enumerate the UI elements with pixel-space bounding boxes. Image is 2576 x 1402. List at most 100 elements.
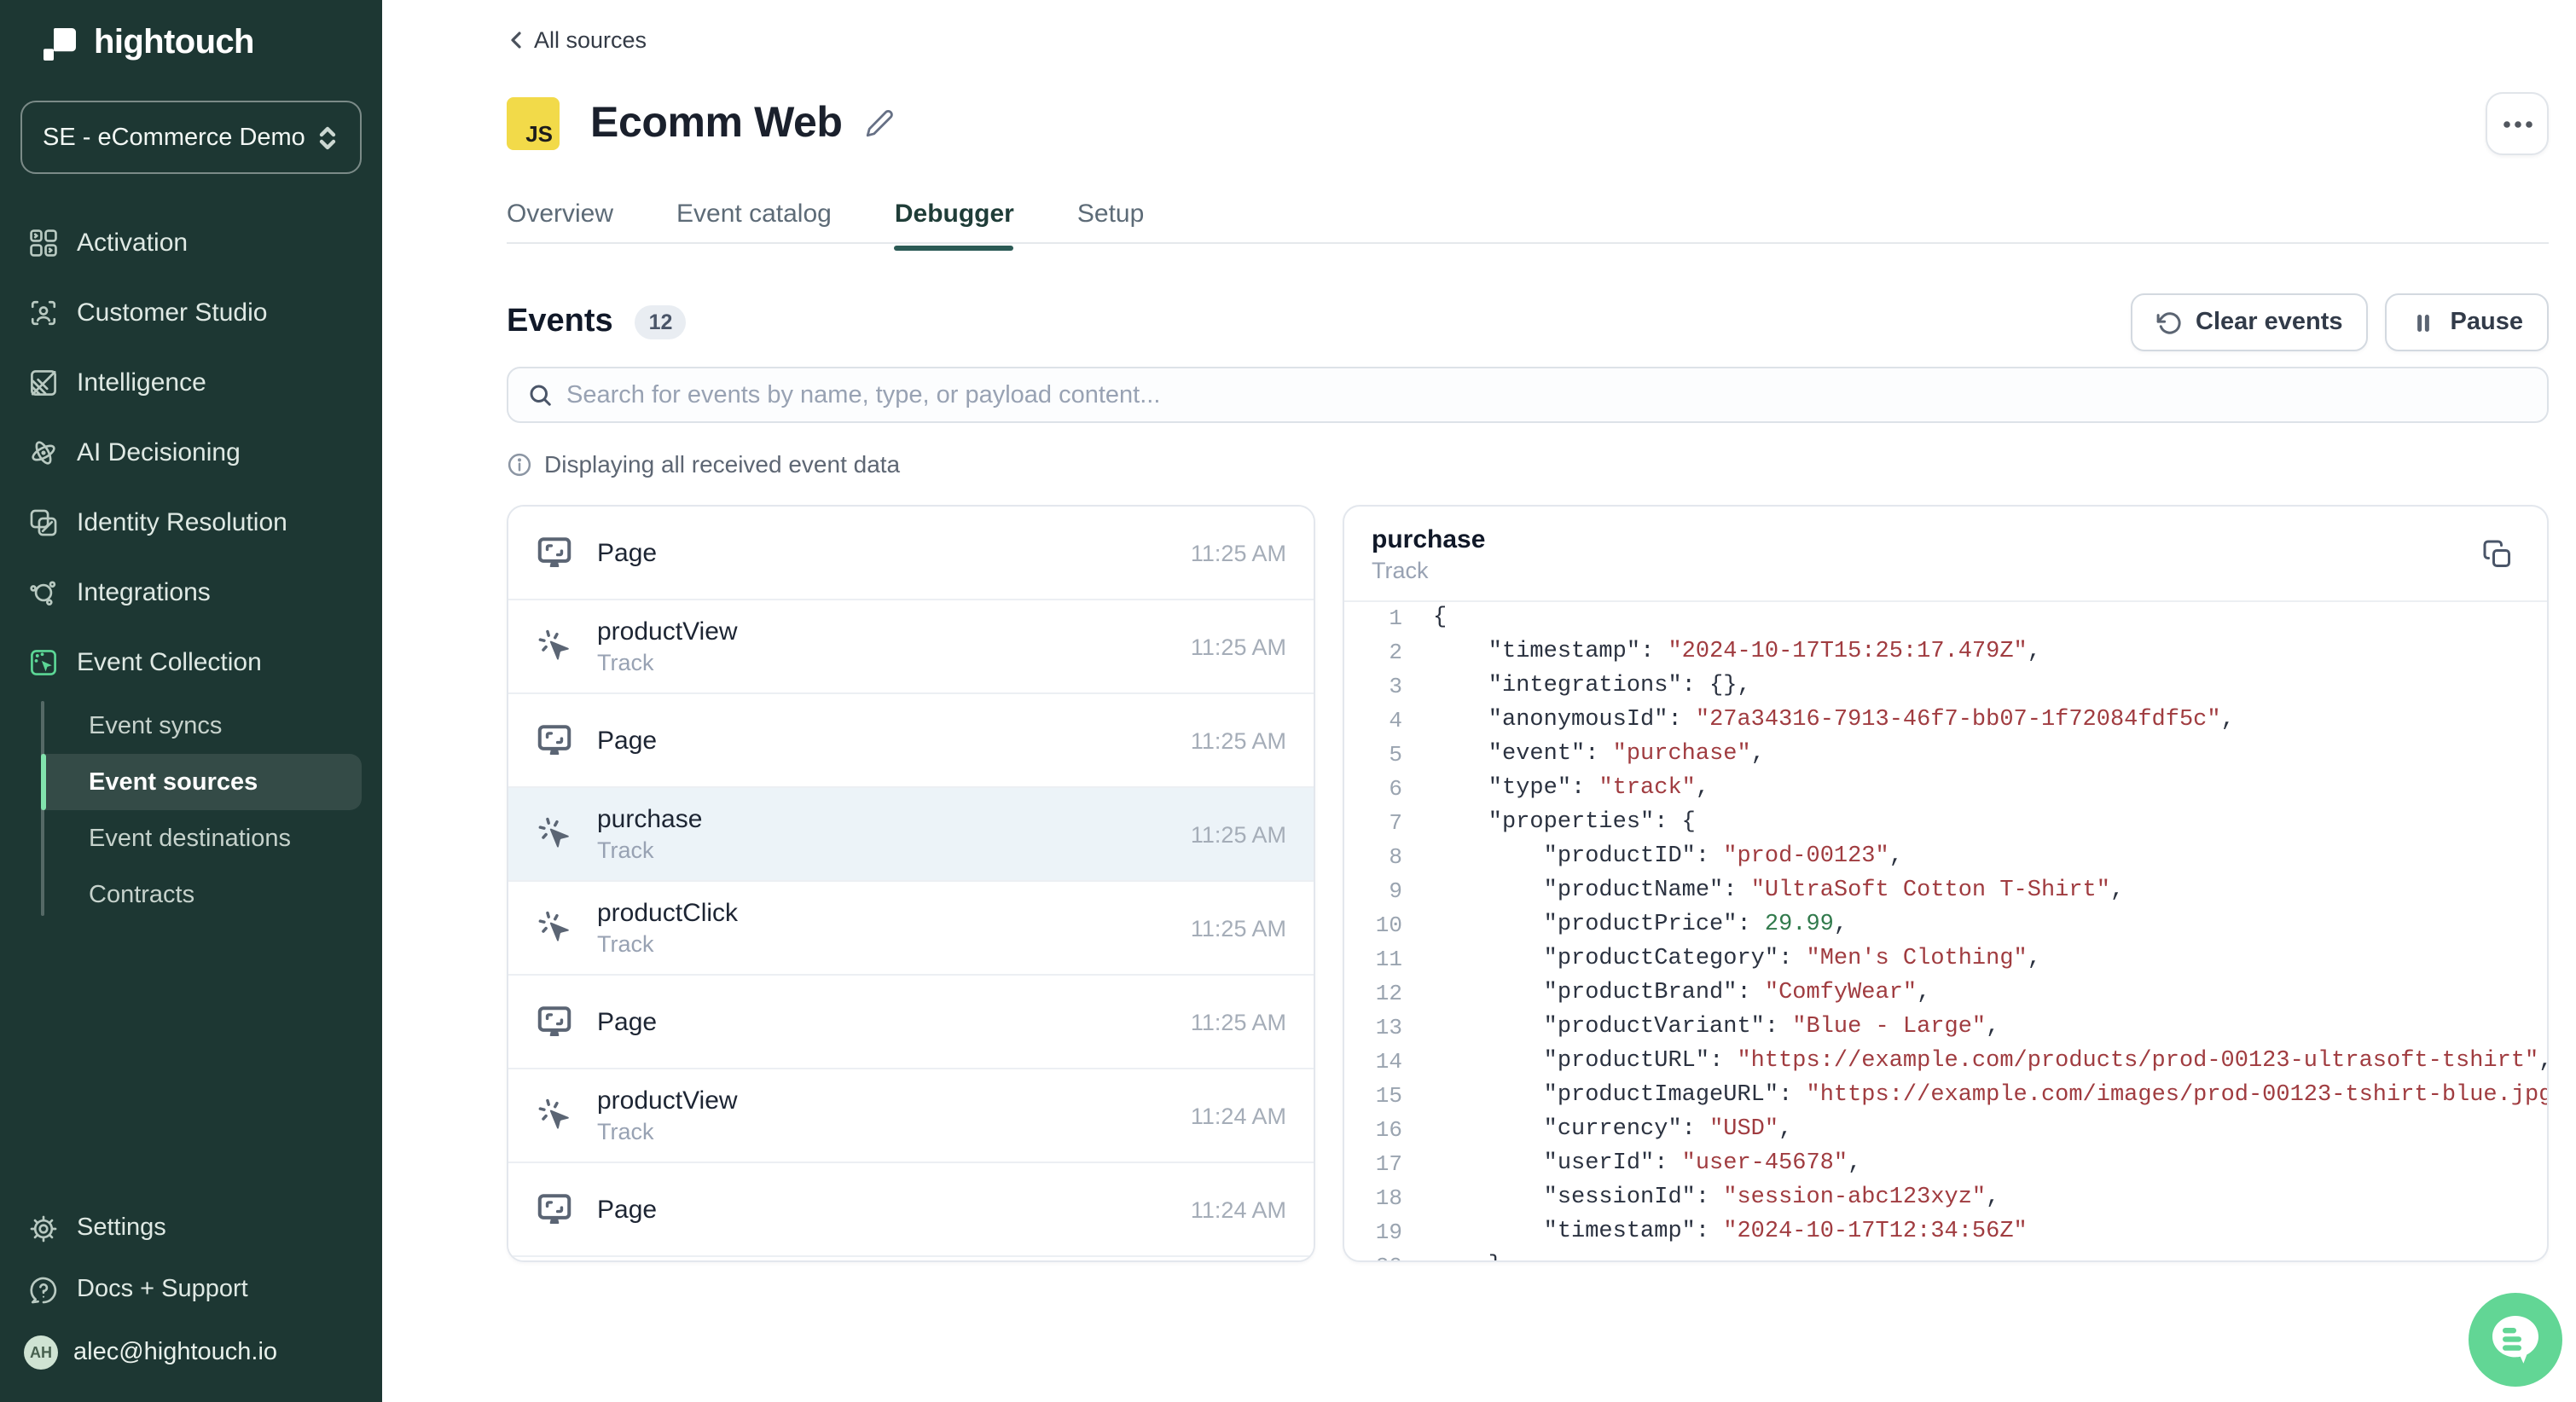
chat-launcher-button[interactable]: [2469, 1293, 2562, 1387]
sidebar-item-identity-resolution[interactable]: Identity Resolution: [0, 488, 382, 558]
sidebar-subitem-contracts[interactable]: Contracts: [0, 866, 362, 923]
code-line: 10 "productPrice": 29.99,: [1361, 909, 2547, 943]
info-icon: [507, 451, 532, 477]
event-search: [507, 367, 2549, 423]
sidebar-subitem-label: Event syncs: [89, 712, 222, 739]
user-email: alec@hightouch.io: [73, 1339, 277, 1366]
cursor-click-icon: [536, 1097, 573, 1134]
event-type: Track: [597, 931, 738, 957]
event-name: productClick: [597, 899, 738, 928]
info-text: Displaying all received event data: [544, 450, 900, 478]
code-line: 7 "properties": {: [1361, 807, 2547, 841]
line-number: 15: [1361, 1080, 1402, 1114]
line-number: 10: [1361, 909, 1402, 943]
chevron-left-icon: [507, 31, 525, 49]
help-icon: [29, 1275, 58, 1304]
event-name: Page: [597, 1195, 657, 1224]
event-list-item[interactable]: Page 11:25 AM: [508, 694, 1314, 788]
code-line: 16 "currency": "USD",: [1361, 1114, 2547, 1148]
event-timestamp: 11:25 AM: [1191, 821, 1286, 847]
events-count-badge: 12: [635, 305, 687, 339]
event-list-item[interactable]: productView Track 11:25 AM: [508, 600, 1314, 694]
customer-studio-icon: [29, 298, 58, 327]
line-number: 2: [1361, 636, 1402, 670]
line-number: 9: [1361, 875, 1402, 909]
event-list-item[interactable]: Page 11:24 AM: [508, 1163, 1314, 1257]
line-number: 16: [1361, 1114, 1402, 1148]
event-timestamp: 11:25 AM: [1191, 915, 1286, 941]
app-root: hightouch SE - eCommerce Demo Activation…: [0, 0, 2576, 1402]
monitor-icon: [536, 534, 573, 571]
event-name: productView: [597, 1086, 738, 1115]
cursor-click-icon: [536, 909, 573, 947]
detail-event-name: purchase: [1372, 524, 1485, 553]
event-list-item[interactable]: productClick Track 11:25 AM: [508, 882, 1314, 976]
line-number: 18: [1361, 1182, 1402, 1216]
sidebar-item-event-collection[interactable]: Event Collection: [0, 628, 382, 698]
line-number: 5: [1361, 739, 1402, 773]
sidebar-item-activation[interactable]: Activation: [0, 208, 382, 278]
gear-icon: [29, 1214, 58, 1243]
breadcrumb[interactable]: All sources: [507, 27, 647, 53]
sidebar-subitem-event-syncs[interactable]: Event syncs: [0, 698, 362, 754]
line-number: 6: [1361, 773, 1402, 807]
monitor-icon: [536, 1191, 573, 1228]
code-line: 20 }: [1361, 1250, 2547, 1260]
event-type: Track: [597, 837, 702, 863]
sidebar-sub-nav: Event syncs Event sourcesEvent destinatio…: [0, 698, 382, 923]
search-input[interactable]: [566, 381, 2528, 408]
info-banner: Displaying all received event data: [507, 450, 900, 478]
line-number: 12: [1361, 977, 1402, 1011]
more-actions-button[interactable]: [2486, 92, 2549, 155]
user-menu[interactable]: AH alec@hightouch.io: [0, 1320, 382, 1385]
payload-code-viewer[interactable]: 1{2 "timestamp": "2024-10-17T15:25:17.47…: [1344, 602, 2547, 1260]
code-line: 8 "productID": "prod-00123",: [1361, 841, 2547, 875]
event-name: Page: [597, 726, 657, 755]
sidebar-subitem-label: Contracts: [89, 881, 194, 908]
sidebar-item-intelligence[interactable]: Intelligence: [0, 348, 382, 418]
events-toolbar: Events 12 Clear events Pause: [507, 293, 2549, 351]
event-list-item[interactable]: productView Track 11:24 AM: [508, 1069, 1314, 1163]
page-title: Ecomm Web: [590, 99, 843, 148]
sidebar-item-label: Identity Resolution: [77, 508, 287, 537]
sidebar-item-integrations[interactable]: Integrations: [0, 558, 382, 628]
copy-icon[interactable]: [2482, 538, 2513, 569]
sidebar-item-label: Settings: [77, 1214, 166, 1242]
event-type: Track: [597, 1119, 738, 1144]
sidebar-subitem-event-sources[interactable]: Event sources: [41, 754, 362, 810]
code-line: 19 "timestamp": "2024-10-17T12:34:56Z": [1361, 1216, 2547, 1250]
events-heading: Events: [507, 304, 613, 341]
sidebar-item-label: Integrations: [77, 578, 211, 607]
pause-button[interactable]: Pause: [2386, 293, 2549, 351]
workspace-selector[interactable]: SE - eCommerce Demo: [20, 101, 362, 174]
line-number: 13: [1361, 1011, 1402, 1046]
breadcrumb-label: All sources: [534, 27, 647, 53]
sidebar-item-ai-decisioning[interactable]: AI Decisioning: [0, 418, 382, 488]
code-line: 9 "productName": "UltraSoft Cotton T-Shi…: [1361, 875, 2547, 909]
sidebar: hightouch SE - eCommerce Demo Activation…: [0, 0, 382, 1402]
event-list-item[interactable]: Page 11:25 AM: [508, 976, 1314, 1069]
event-list-item[interactable]: purchase Track 11:25 AM: [508, 788, 1314, 882]
monitor-icon: [536, 721, 573, 759]
sidebar-subitem-event-destinations[interactable]: Event destinations: [0, 810, 362, 866]
event-timestamp: 11:25 AM: [1191, 727, 1286, 753]
event-type: Track: [597, 650, 738, 675]
intelligence-icon: [29, 368, 58, 397]
code-line: 15 "productImageURL": "https://example.c…: [1361, 1080, 2547, 1114]
event-list-item[interactable]: [508, 1257, 1314, 1262]
clear-events-button[interactable]: Clear events: [2131, 293, 2369, 351]
sidebar-item-label: Customer Studio: [77, 298, 267, 327]
sidebar-item-customer-studio[interactable]: Customer Studio: [0, 278, 382, 348]
event-name: purchase: [597, 805, 702, 834]
ai-decisioning-icon: [29, 438, 58, 467]
line-number: 17: [1361, 1148, 1402, 1182]
sidebar-item-label: Docs + Support: [77, 1276, 248, 1303]
sidebar-item-settings[interactable]: Settings: [0, 1197, 382, 1259]
event-list-item[interactable]: Page 11:25 AM: [508, 507, 1314, 600]
code-line: 14 "productURL": "https://example.com/pr…: [1361, 1046, 2547, 1080]
search-icon: [527, 382, 553, 408]
event-name: Page: [597, 538, 657, 567]
edit-title-icon[interactable]: [865, 109, 894, 138]
sidebar-item-docs-support[interactable]: Docs + Support: [0, 1259, 382, 1320]
sidebar-item-label: AI Decisioning: [77, 438, 241, 467]
